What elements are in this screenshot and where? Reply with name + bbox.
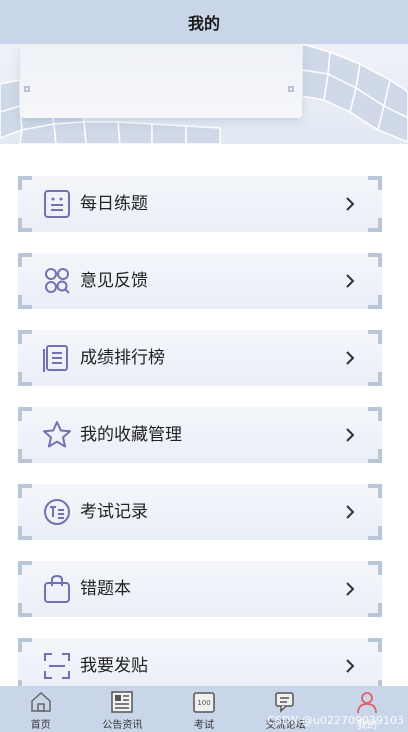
bag-icon <box>44 574 70 603</box>
card-corner-mark <box>288 86 294 92</box>
menu-item-feedback[interactable]: 意见反馈 <box>18 253 382 309</box>
menu-item-label: 意见反馈 <box>80 271 148 291</box>
menu-item-label: 考试记录 <box>80 502 148 522</box>
menu-item-mistake-book[interactable]: 错题本 <box>18 561 382 617</box>
scan-icon <box>44 653 70 679</box>
menu-item-daily-practice[interactable]: 每日练题 <box>18 176 382 232</box>
chevron-right-icon <box>346 428 355 442</box>
tab-label: 公告资讯 <box>102 720 143 731</box>
menu-item-exam-records[interactable]: 考试记录 <box>18 484 382 540</box>
menu-item-label: 每日练题 <box>80 194 148 214</box>
feedback-icon <box>45 268 70 294</box>
profile-card[interactable] <box>20 44 302 118</box>
quiz-icon <box>44 190 70 218</box>
top-nav-bar: 我的 <box>0 0 408 44</box>
chevron-right-icon <box>346 505 355 519</box>
news-icon <box>111 691 134 713</box>
watermark: CSDN @u022709039103 <box>267 714 404 727</box>
chat-icon <box>274 692 294 713</box>
chevron-right-icon <box>346 197 355 211</box>
chevron-right-icon <box>346 351 355 365</box>
tab-exam[interactable]: 100 考试 <box>163 686 245 732</box>
page-title: 我的 <box>187 14 220 33</box>
menu-item-label: 错题本 <box>80 579 131 599</box>
tab-home[interactable]: 首页 <box>0 686 82 732</box>
chevron-right-icon <box>346 582 355 596</box>
tab-label: 首页 <box>30 720 51 731</box>
svg-text:100: 100 <box>197 699 210 707</box>
menu-item-ranking[interactable]: 成绩排行榜 <box>18 330 382 386</box>
user-icon <box>357 692 378 714</box>
tab-news[interactable]: 公告资讯 <box>82 686 164 732</box>
record-icon <box>44 499 70 525</box>
tab-label: 考试 <box>193 720 214 731</box>
profile-banner <box>0 44 408 144</box>
card-corner-mark <box>24 86 30 92</box>
ranking-icon <box>43 345 68 372</box>
home-icon <box>31 691 51 712</box>
menu-item-favorites[interactable]: 我的收藏管理 <box>18 407 382 463</box>
chevron-right-icon <box>346 274 355 288</box>
menu-item-label: 成绩排行榜 <box>80 348 165 368</box>
chevron-right-icon <box>346 659 355 673</box>
menu-item-label: 我的收藏管理 <box>80 425 182 445</box>
star-icon <box>43 421 71 448</box>
exam-icon: 100 <box>193 692 215 713</box>
